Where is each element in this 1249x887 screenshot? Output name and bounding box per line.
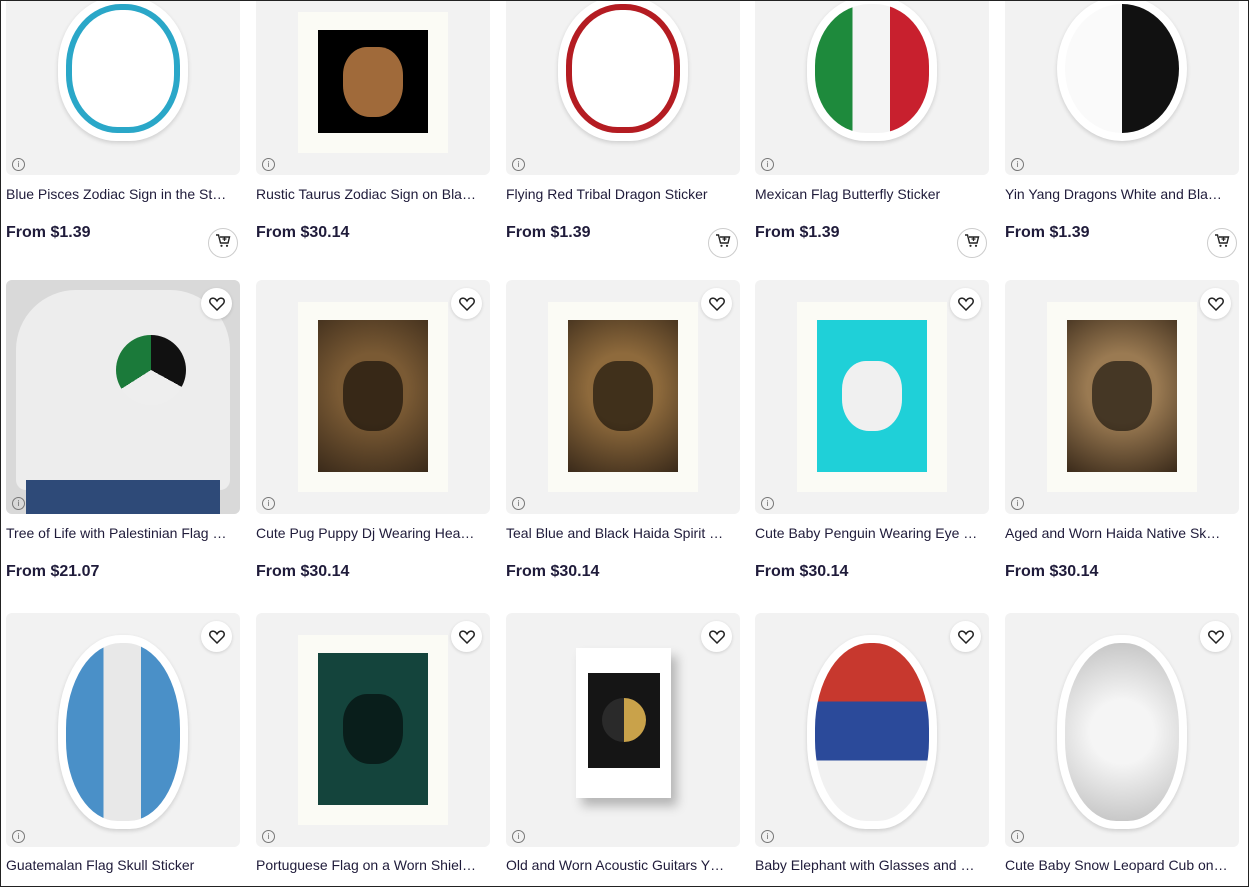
product-title[interactable]: Guatemalan Flag Skull Sticker — [6, 857, 240, 873]
info-icon[interactable]: i — [262, 158, 275, 171]
favorite-heart-icon[interactable] — [1200, 621, 1231, 652]
product-image[interactable]: i — [256, 280, 490, 514]
product-image[interactable]: i — [6, 280, 240, 514]
info-icon[interactable]: i — [12, 497, 25, 510]
info-icon[interactable]: i — [12, 830, 25, 843]
product-image[interactable]: i — [506, 280, 740, 514]
product-title[interactable]: Cute Pug Puppy Dj Wearing Hea… — [256, 525, 490, 541]
info-icon[interactable]: i — [512, 158, 525, 171]
info-icon[interactable]: i — [262, 830, 275, 843]
info-icon[interactable]: i — [262, 497, 275, 510]
product-image[interactable]: i — [506, 0, 740, 175]
info-icon[interactable]: i — [1011, 830, 1024, 843]
favorite-heart-icon[interactable] — [201, 288, 232, 319]
product-title[interactable]: Aged and Worn Haida Native Sk… — [1005, 525, 1239, 541]
info-icon[interactable]: i — [512, 497, 525, 510]
cart-plus-icon — [964, 233, 980, 253]
product-title[interactable]: Flying Red Tribal Dragon Sticker — [506, 186, 740, 202]
product-price: From $1.39 — [506, 224, 591, 241]
favorite-heart-icon[interactable] — [201, 621, 232, 652]
add-to-cart-button[interactable] — [957, 228, 987, 258]
cart-plus-icon — [1214, 233, 1230, 253]
product-price: From $30.14 — [506, 563, 600, 580]
product-image[interactable]: i — [1005, 280, 1239, 514]
add-to-cart-button[interactable] — [208, 228, 238, 258]
product-title[interactable]: Teal Blue and Black Haida Spirit … — [506, 525, 740, 541]
product-title[interactable]: Tree of Life with Palestinian Flag … — [6, 525, 240, 541]
product-image[interactable]: i — [1005, 613, 1239, 847]
product-image[interactable]: i — [1005, 0, 1239, 175]
product-title[interactable]: Cute Baby Penguin Wearing Eye … — [755, 525, 989, 541]
product-title[interactable]: Mexican Flag Butterfly Sticker — [755, 186, 989, 202]
product-price: From $30.14 — [755, 563, 849, 580]
product-price: From $1.39 — [1005, 224, 1090, 241]
add-to-cart-button[interactable] — [1207, 228, 1237, 258]
add-to-cart-button[interactable] — [708, 228, 738, 258]
product-image[interactable]: i — [6, 0, 240, 175]
product-price: From $30.14 — [1005, 563, 1099, 580]
product-image[interactable]: i — [256, 0, 490, 175]
product-image[interactable]: i — [755, 0, 989, 175]
product-title[interactable]: Yin Yang Dragons White and Bla… — [1005, 186, 1239, 202]
product-image[interactable]: i — [256, 613, 490, 847]
product-price: From $21.07 — [6, 563, 100, 580]
product-image[interactable]: i — [755, 613, 989, 847]
product-price: From $30.14 — [256, 563, 350, 580]
favorite-heart-icon[interactable] — [451, 288, 482, 319]
product-title[interactable]: Baby Elephant with Glasses and … — [755, 857, 989, 873]
info-icon[interactable]: i — [512, 830, 525, 843]
product-image[interactable]: i — [506, 613, 740, 847]
info-icon[interactable]: i — [761, 497, 774, 510]
info-icon[interactable]: i — [12, 158, 25, 171]
product-title[interactable]: Blue Pisces Zodiac Sign in the St… — [6, 186, 240, 202]
product-price: From $30.14 — [256, 224, 350, 241]
cart-plus-icon — [215, 233, 231, 253]
product-title[interactable]: Portuguese Flag on a Worn Shiel… — [256, 857, 490, 873]
product-title[interactable]: Rustic Taurus Zodiac Sign on Bla… — [256, 186, 490, 202]
favorite-heart-icon[interactable] — [950, 621, 981, 652]
favorite-heart-icon[interactable] — [1200, 288, 1231, 319]
info-icon[interactable]: i — [1011, 158, 1024, 171]
product-price: From $1.39 — [6, 224, 91, 241]
info-icon[interactable]: i — [761, 158, 774, 171]
favorite-heart-icon[interactable] — [950, 288, 981, 319]
cart-plus-icon — [715, 233, 731, 253]
favorite-heart-icon[interactable] — [451, 621, 482, 652]
product-title[interactable]: Old and Worn Acoustic Guitars Y… — [506, 857, 740, 873]
info-icon[interactable]: i — [1011, 497, 1024, 510]
product-image[interactable]: i — [6, 613, 240, 847]
product-title[interactable]: Cute Baby Snow Leopard Cub on… — [1005, 857, 1239, 873]
info-icon[interactable]: i — [761, 830, 774, 843]
product-price: From $1.39 — [755, 224, 840, 241]
product-image[interactable]: i — [755, 280, 989, 514]
favorite-heart-icon[interactable] — [701, 288, 732, 319]
favorite-heart-icon[interactable] — [701, 621, 732, 652]
